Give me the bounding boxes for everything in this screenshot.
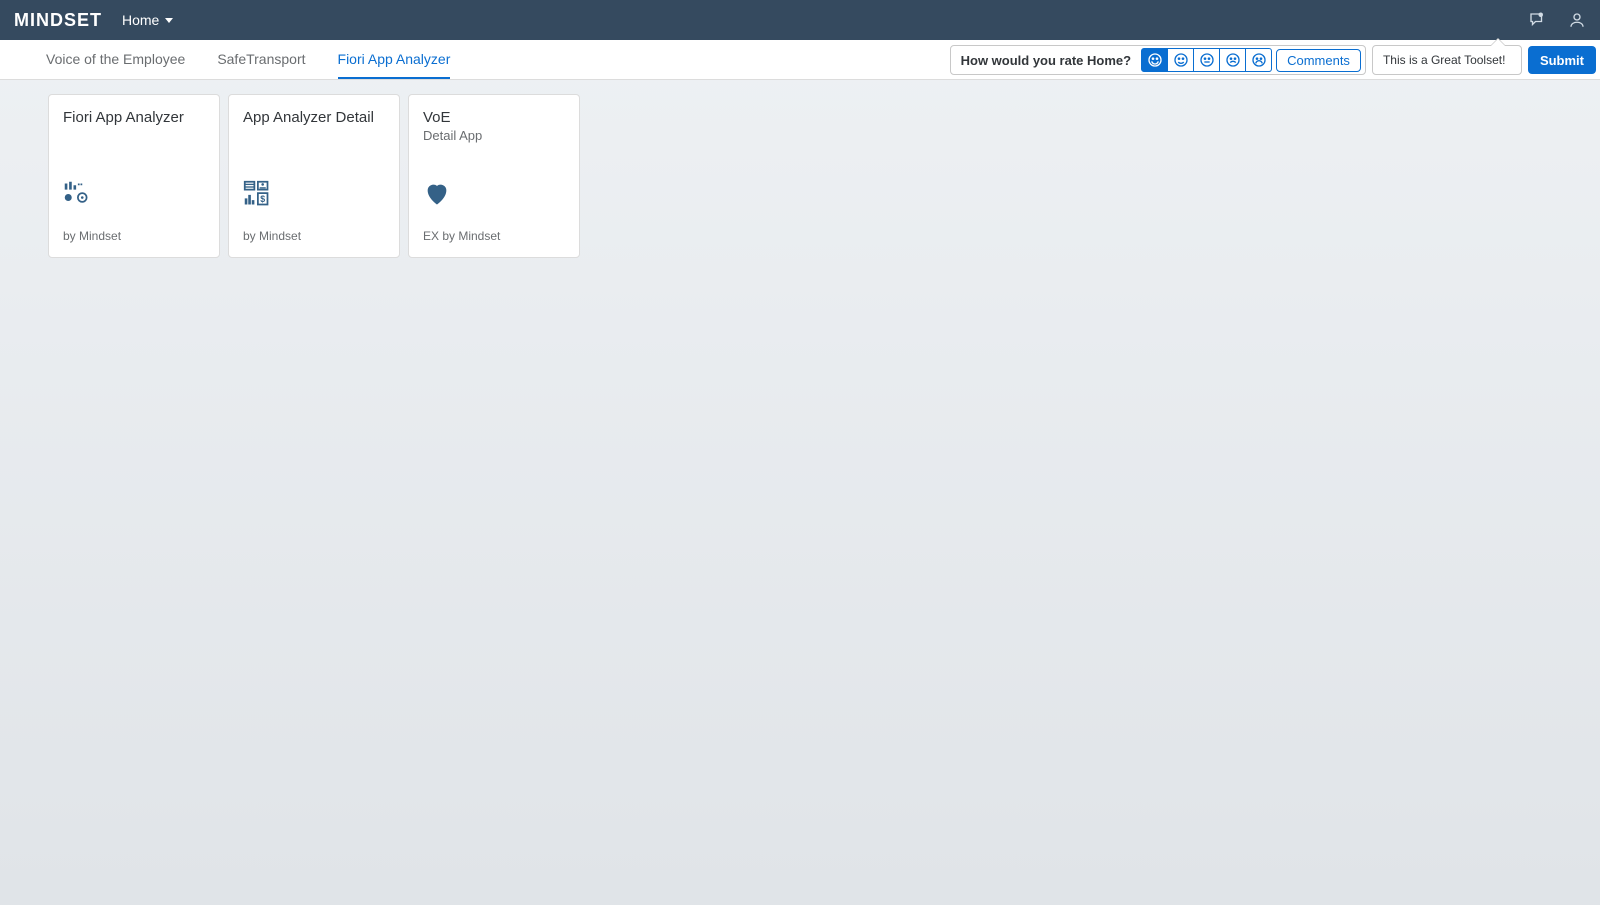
svg-text:$: $ — [260, 194, 265, 204]
comment-text: This is a Great Toolset! — [1383, 53, 1506, 67]
tab-voice-of-employee[interactable]: Voice of the Employee — [46, 40, 185, 79]
smiley-very-sad-icon[interactable] — [1245, 48, 1272, 72]
rating-bar: How would you rate Home? Comments This i… — [950, 40, 1600, 80]
brand-logo: MINDSET — [14, 10, 102, 31]
comment-popover[interactable]: This is a Great Toolset! — [1372, 45, 1522, 75]
user-icon[interactable] — [1568, 11, 1586, 29]
smiley-happy-icon[interactable] — [1167, 48, 1194, 72]
tile-fiori-app-analyzer[interactable]: Fiori App Analyzer by Mindset — [48, 94, 220, 258]
tile-subtitle: Detail App — [423, 128, 565, 143]
dashboard-icon — [63, 180, 205, 213]
submit-button[interactable]: Submit — [1528, 46, 1596, 74]
smiley-neutral-icon[interactable] — [1193, 48, 1220, 72]
tile-app-analyzer-detail[interactable]: App Analyzer Detail $ by Mindset — [228, 94, 400, 258]
tile-footer: by Mindset — [243, 229, 385, 243]
tile-footer: by Mindset — [63, 229, 205, 243]
home-nav-dropdown[interactable]: Home — [122, 12, 173, 28]
rating-box: How would you rate Home? Comments — [950, 45, 1366, 75]
chevron-down-icon — [165, 18, 173, 23]
smiley-very-happy-icon[interactable] — [1141, 48, 1168, 72]
smiley-group — [1141, 48, 1272, 72]
rating-question: How would you rate Home? — [955, 53, 1137, 68]
heart-icon — [423, 180, 565, 213]
tile-footer: EX by Mindset — [423, 229, 565, 243]
tile-title: App Analyzer Detail — [243, 109, 385, 126]
tile-voe[interactable]: VoE Detail App EX by Mindset — [408, 94, 580, 258]
smiley-sad-icon[interactable] — [1219, 48, 1246, 72]
comments-button[interactable]: Comments — [1276, 49, 1361, 72]
tab-fiori-app-analyzer[interactable]: Fiori App Analyzer — [338, 40, 451, 79]
tab-safe-transport[interactable]: SafeTransport — [217, 40, 305, 79]
grid-icon: $ — [243, 180, 385, 213]
tile-title: Fiori App Analyzer — [63, 109, 205, 126]
home-nav-label: Home — [122, 12, 159, 28]
tile-container: Fiori App Analyzer by Mindset App Analyz… — [0, 80, 1600, 272]
tile-title: VoE — [423, 109, 565, 126]
shell-header: MINDSET Home — [0, 0, 1600, 40]
feedback-icon[interactable] — [1528, 11, 1546, 29]
